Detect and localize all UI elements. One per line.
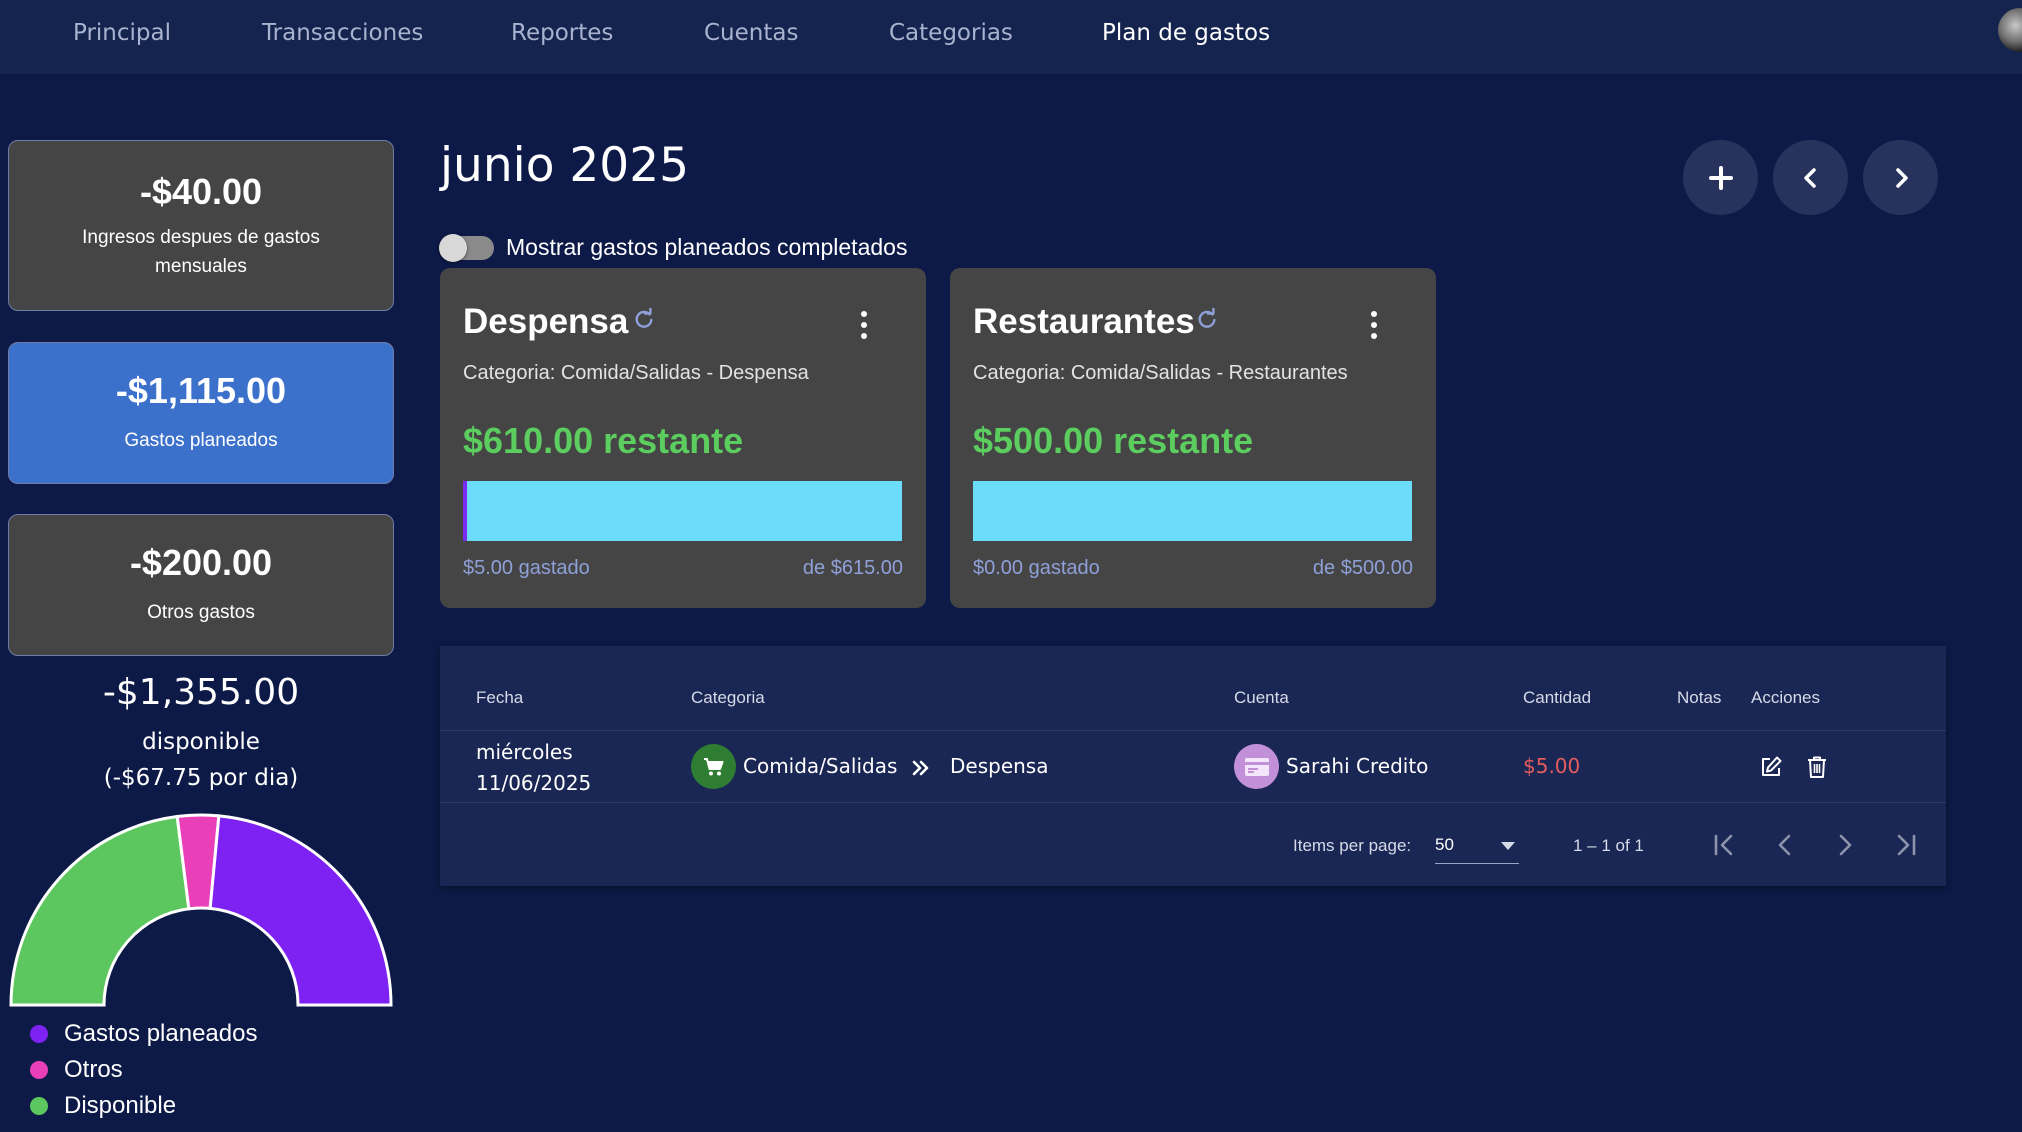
other-expenses-label: Otros gastos: [147, 602, 255, 623]
row-date: 11/06/2025: [476, 771, 592, 795]
credit-card-icon: [1244, 757, 1269, 776]
legend-other-label: Otros: [64, 1056, 123, 1083]
header-divider: [440, 730, 1946, 731]
chevron-left-icon: [1803, 167, 1816, 188]
legend-planned: Gastos planeados: [30, 1020, 257, 1048]
donut-segment-gastos-planeados: [208, 814, 393, 1007]
nav-categorias[interactable]: Categorias: [889, 0, 1013, 66]
budget-remaining: $610.00 restante: [463, 420, 744, 461]
user-avatar[interactable]: [1998, 8, 2022, 52]
nav-principal[interactable]: Principal: [73, 0, 171, 66]
next-month-button[interactable]: [1863, 140, 1938, 215]
budget-donut-chart: [9, 813, 393, 1007]
nav-reportes[interactable]: Reportes: [511, 0, 613, 66]
budget-card-restaurantes: Restaurantes Categoria: Comida/Salidas -…: [950, 268, 1436, 608]
legend-available-label: Disponible: [64, 1092, 177, 1119]
next-page-icon[interactable]: [1830, 830, 1860, 860]
budget-title: Restaurantes: [973, 302, 1195, 341]
available-label: disponible: [142, 729, 260, 755]
budget-total: de $615.00: [802, 557, 903, 579]
legend-other-dot: [30, 1061, 48, 1079]
transactions-table: Fecha Categoria Cuenta Cantidad Notas Ac…: [440, 646, 1946, 886]
header-acciones: Acciones: [1751, 688, 1820, 707]
dropdown-arrow-icon: [1501, 842, 1515, 850]
add-button[interactable]: [1683, 140, 1758, 215]
income-after-expenses-card: -$40.00 Ingresos despues de gastos mensu…: [8, 140, 394, 311]
recurring-icon: [635, 308, 653, 328]
more-vert-icon[interactable]: [1368, 310, 1380, 340]
row-amount: $5.00: [1523, 754, 1581, 778]
income-after-expenses-label-1: Ingresos despues de gastos: [82, 227, 320, 248]
last-page-icon[interactable]: [1890, 830, 1920, 860]
income-after-expenses-value: -$40.00: [139, 171, 263, 212]
shopping-cart-icon: [703, 757, 723, 775]
available-value: -$1,355.00: [102, 672, 300, 713]
row-divider: [440, 802, 1946, 803]
show-completed-label: Mostrar gastos planeados completados: [506, 234, 908, 260]
items-per-page-label: Items per page:: [1293, 836, 1412, 855]
available-per-day: (-$67.75 por dia): [103, 765, 299, 791]
income-after-expenses-label-2: mensuales: [155, 256, 247, 277]
row-subcategory: Despensa: [950, 754, 1049, 778]
first-page-icon[interactable]: [1710, 830, 1740, 860]
legend-other: Otros: [30, 1056, 123, 1084]
header-notas[interactable]: Notas: [1677, 688, 1721, 708]
header-categoria[interactable]: Categoria: [691, 688, 765, 708]
budget-progress-bar: [463, 481, 902, 541]
planned-expenses-label: Gastos planeados: [124, 430, 278, 451]
legend-available-dot: [30, 1097, 48, 1115]
budget-progress-bar: [973, 481, 1412, 541]
page-range: 1 – 1 of 1: [1573, 836, 1644, 855]
category-icon: [691, 744, 736, 789]
budget-card-despensa: Despensa Categoria: Comida/Salidas - Des…: [440, 268, 926, 608]
budget-category: Categoria: Comida/Salidas - Despensa: [463, 362, 809, 384]
row-category: Comida/Salidas: [743, 754, 898, 778]
items-per-page-select[interactable]: 50: [1435, 828, 1519, 864]
planned-expenses-value: -$1,115.00: [115, 370, 287, 411]
header-cuenta[interactable]: Cuenta: [1234, 688, 1289, 708]
account-icon: [1234, 744, 1279, 789]
legend-planned-label: Gastos planeados: [64, 1020, 258, 1047]
nav-plan-de-gastos[interactable]: Plan de gastos: [1102, 0, 1270, 66]
items-per-page-value: 50: [1435, 835, 1454, 854]
budget-spent: $0.00 gastado: [973, 557, 1100, 579]
previous-month-button[interactable]: [1773, 140, 1848, 215]
budget-category: Categoria: Comida/Salidas - Restaurantes: [973, 362, 1348, 384]
planned-expenses-card[interactable]: -$1,115.00 Gastos planeados: [8, 342, 394, 484]
nav-transacciones[interactable]: Transacciones: [262, 0, 423, 66]
legend-available: Disponible: [30, 1092, 176, 1120]
delete-icon[interactable]: [1806, 755, 1828, 779]
toggle-knob: [439, 234, 467, 262]
double-chevron-right-icon: [912, 760, 929, 776]
budget-spent: $5.00 gastado: [463, 557, 590, 579]
other-expenses-value: -$200.00: [129, 542, 273, 583]
row-weekday: miércoles: [476, 740, 573, 764]
row-account: Sarahi Credito: [1286, 754, 1429, 778]
donut-segment-disponible: [9, 814, 191, 1007]
recurring-icon: [1198, 308, 1216, 328]
nav-cuentas[interactable]: Cuentas: [704, 0, 798, 66]
previous-page-icon[interactable]: [1770, 830, 1800, 860]
month-title: junio 2025: [440, 138, 689, 193]
chevron-right-icon: [1895, 167, 1908, 188]
more-vert-icon[interactable]: [858, 310, 870, 340]
header-fecha[interactable]: Fecha: [476, 688, 523, 708]
budget-title: Despensa: [463, 302, 629, 341]
legend-planned-dot: [30, 1025, 48, 1043]
budget-remaining: $500.00 restante: [973, 420, 1254, 461]
show-completed-toggle[interactable]: [439, 234, 494, 262]
other-expenses-card[interactable]: -$200.00 Otros gastos: [8, 514, 394, 656]
budget-progress-fill: [463, 481, 467, 541]
plus-icon: [1708, 165, 1733, 190]
budget-total: de $500.00: [1312, 557, 1413, 579]
header-cantidad[interactable]: Cantidad: [1523, 688, 1591, 708]
edit-icon[interactable]: [1759, 755, 1783, 779]
top-nav: Principal Transacciones Reportes Cuentas…: [0, 0, 2022, 74]
